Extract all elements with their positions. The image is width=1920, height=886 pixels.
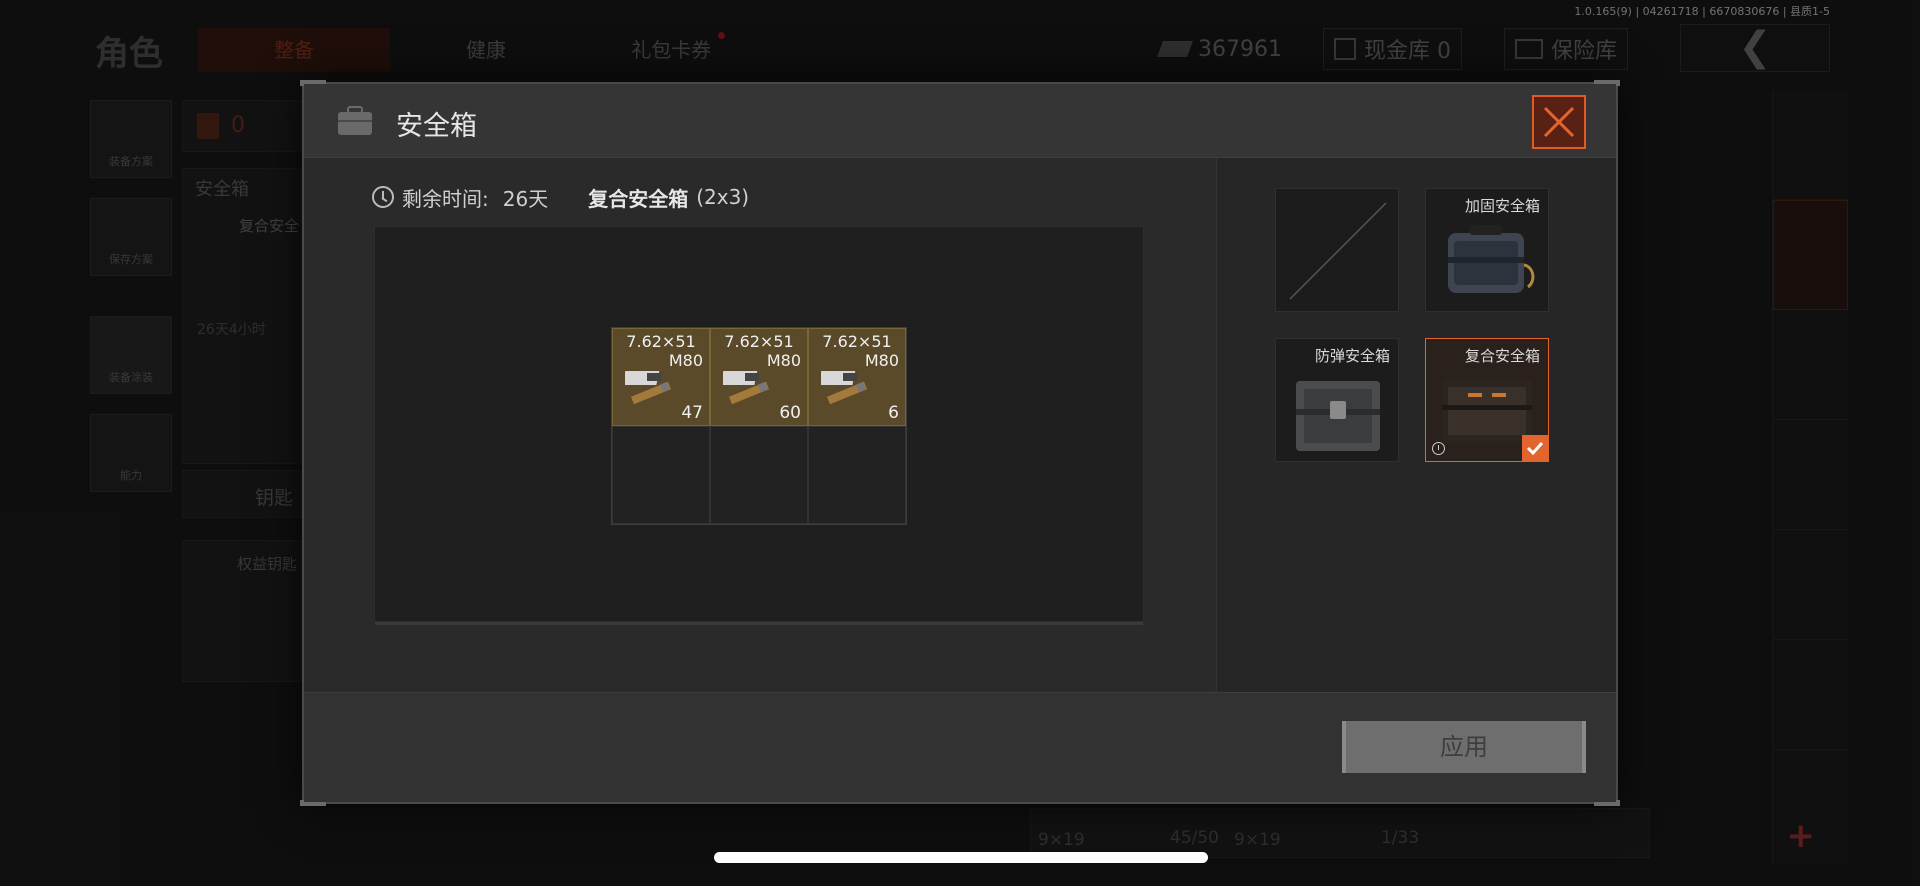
save-loadout-button[interactable]: 保存方案 [90, 198, 172, 276]
safe-box-label: 安全箱 [195, 179, 249, 200]
case-option-reinforced[interactable]: 加固安全箱 [1425, 188, 1549, 312]
bottom-label-1: 9×19 [1038, 830, 1085, 850]
currency-value: 367961 [1198, 36, 1282, 62]
case-option-bulletproof[interactable]: 防弹安全箱 [1275, 338, 1399, 462]
empty-cell[interactable] [710, 426, 808, 524]
check-icon [1526, 441, 1544, 456]
ammo-box-icon [821, 371, 868, 405]
ammo-caliber: 7.62×51 [626, 332, 696, 351]
loadout-button[interactable]: 装备方案 [90, 100, 172, 178]
case-option-name: 防弹安全箱 [1314, 347, 1390, 365]
modal-footer: 应用 [304, 692, 1616, 802]
keys-panel: 钥匙 [182, 470, 302, 518]
case-option-name: 复合安全箱 [1464, 347, 1540, 365]
ammo-box-icon [625, 371, 672, 405]
remaining-time-label: 剩余时间: [402, 186, 489, 211]
category-helmet[interactable] [1773, 310, 1848, 420]
insurance-label: 保险库 [1551, 39, 1618, 64]
remaining-time-value: 26天 [502, 186, 549, 211]
tab-health[interactable]: 健康 [390, 28, 582, 72]
insurance-button[interactable]: 保险库 [1504, 28, 1629, 70]
ammo-caliber: 7.62×51 [724, 332, 794, 351]
backpack-icon [197, 113, 219, 139]
cash-icon [1157, 41, 1193, 57]
tab-gift-cards[interactable]: 礼包卡券 [582, 28, 774, 72]
tab-equipment[interactable]: 整备 [198, 28, 390, 72]
category-bullet[interactable] [1773, 640, 1848, 750]
left-toolbar: 装备方案 保存方案 装备涂装 能力 [90, 100, 172, 512]
ammo-count: 6 [888, 403, 899, 423]
safe-box-modal: 安全箱 剩余时间: 26天 复合安全箱 (2x3) 7.62×51 M80 47… [300, 80, 1620, 806]
benefit-key-panel: 权益钥匙 [182, 540, 302, 682]
ability-button[interactable]: 能力 [90, 414, 172, 492]
case-option-composite[interactable]: 复合安全箱 [1425, 338, 1549, 462]
clock-icon [1432, 442, 1445, 455]
close-button[interactable] [1532, 95, 1586, 149]
case-info-row: 剩余时间: 26天 复合安全箱 (2x3) [372, 182, 749, 212]
ammo-item[interactable]: 7.62×51 M80 60 [710, 328, 808, 426]
ammo-caliber: 7.62×51 [822, 332, 892, 351]
ammo-count: 47 [681, 403, 703, 423]
bulletproof-case-icon [1296, 381, 1380, 451]
empty-cell[interactable] [612, 426, 710, 524]
case-contents-pane: 剩余时间: 26天 复合安全箱 (2x3) 7.62×51 M80 47 7.6… [304, 158, 1214, 692]
safe-icon [1515, 39, 1543, 59]
cash-vault-button[interactable]: 现金库 0 [1323, 28, 1462, 70]
benefit-key-label: 权益钥匙 [237, 555, 298, 573]
apply-button[interactable]: 应用 [1342, 721, 1586, 773]
bottom-label-3: 9×19 [1234, 830, 1281, 850]
category-case[interactable] [1773, 200, 1848, 310]
tab-gift-cards-label: 礼包卡券 [631, 38, 712, 62]
ammo-box-icon [723, 371, 770, 405]
vault-icon [1334, 38, 1356, 60]
cash-vault-label: 现金库 0 [1364, 39, 1451, 64]
reinforced-case-icon [1448, 225, 1535, 293]
notification-dot [717, 32, 725, 39]
clock-icon [372, 186, 394, 208]
backpack-summary: 0 [182, 100, 302, 152]
case-selection-pane: 加固安全箱 防弹安全箱 复合安全箱 [1216, 158, 1616, 692]
bottom-label-4: 1/33 [1381, 828, 1420, 848]
case-option-name: 加固安全箱 [1464, 197, 1540, 215]
version-text: 1.0.165(9) | 04261718 | 6670830676 | 县质1… [1574, 5, 1830, 18]
chevron-left-icon: ❮ [1738, 24, 1772, 70]
close-icon [1543, 106, 1575, 138]
add-icon[interactable]: + [1787, 816, 1816, 856]
composite-box-label: 复合安全 [239, 217, 300, 235]
ammo-count: 60 [779, 403, 801, 423]
top-tabs: 整备 健康 礼包卡券 [198, 28, 774, 72]
case-grid-area: 7.62×51 M80 47 7.62×51 M80 60 7.62×51 M8… [374, 226, 1144, 625]
case-grid: 7.62×51 M80 47 7.62×51 M80 60 7.62×51 M8… [611, 327, 907, 525]
case-name: 复合安全箱 [588, 186, 689, 211]
safe-box-panel: 安全箱 复合安全 26天4小时 [182, 168, 302, 464]
backpack-count: 0 [231, 113, 245, 138]
briefcase-icon [338, 106, 372, 135]
bottom-label-2: 45/50 [1170, 828, 1219, 848]
right-category-bar [1772, 90, 1848, 864]
empty-cell[interactable] [808, 426, 906, 524]
back-button[interactable]: ❮ [1680, 24, 1830, 72]
ammo-item[interactable]: 7.62×51 M80 6 [808, 328, 906, 426]
remaining-short: 26天4小时 [197, 322, 266, 338]
selected-check [1522, 435, 1548, 461]
case-option-empty[interactable] [1275, 188, 1399, 312]
category-ammo[interactable] [1773, 90, 1848, 200]
skin-button[interactable]: 装备涂装 [90, 316, 172, 394]
case-size: (2x3) [696, 185, 750, 209]
category-magazine[interactable] [1773, 530, 1848, 640]
bottom-inventory [1030, 808, 1650, 858]
keys-label: 钥匙 [255, 487, 294, 509]
ammo-item[interactable]: 7.62×51 M80 47 [612, 328, 710, 426]
home-indicator[interactable] [714, 852, 1208, 863]
modal-title: 安全箱 [396, 111, 477, 142]
currency-display: 367961 [1157, 28, 1282, 70]
page-title: 角色 [95, 34, 163, 74]
modal-header: 安全箱 [304, 84, 1616, 158]
category-rifle[interactable] [1773, 420, 1848, 530]
empty-slot-icon [1289, 202, 1387, 300]
